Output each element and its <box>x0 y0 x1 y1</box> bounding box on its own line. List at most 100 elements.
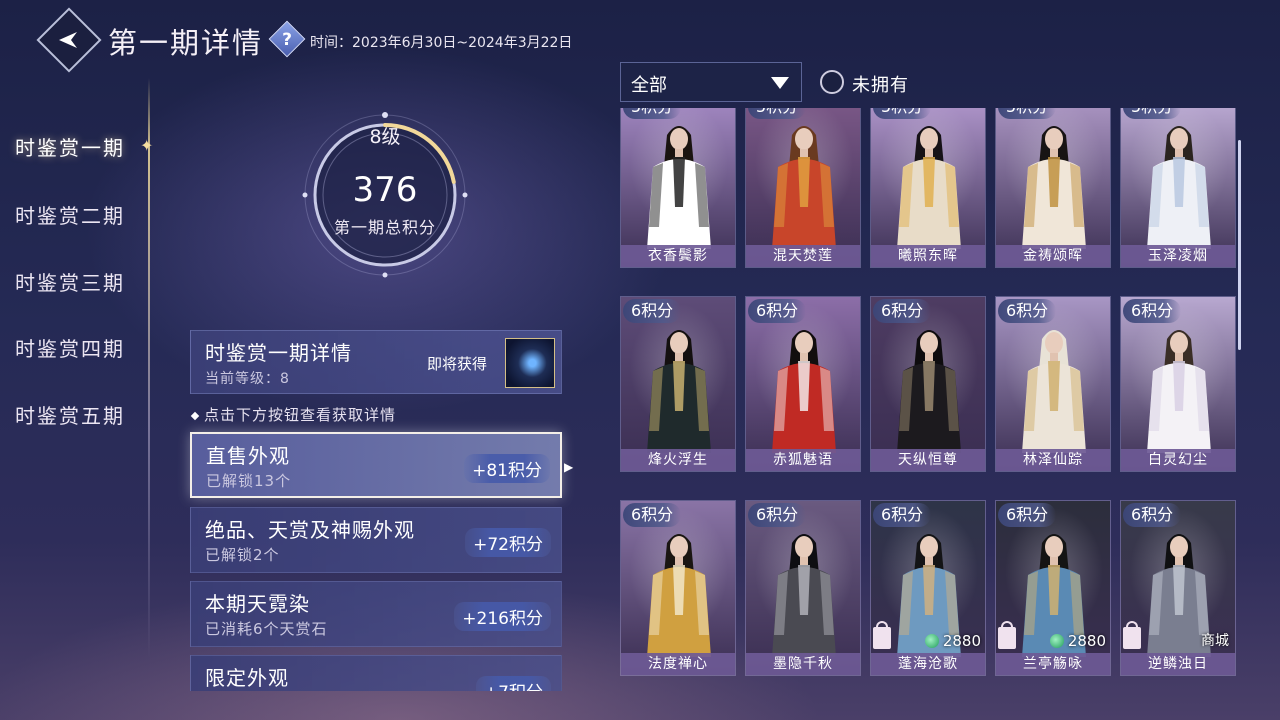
card-name: 衣香鬓影 <box>621 245 735 267</box>
selected-arrow-icon: ▶ <box>564 460 574 474</box>
character-figure-icon <box>647 330 711 453</box>
outfit-card[interactable]: 5积分衣香鬓影 <box>620 108 736 268</box>
card-name: 赤狐魅语 <box>746 449 860 471</box>
card-points-badge: 6积分 <box>623 503 682 527</box>
nav-item-period-3[interactable]: 时鉴赏三期 <box>15 267 125 296</box>
category-points: +7积分 <box>475 676 551 691</box>
total-score-label: 第一期总积分 <box>333 218 436 237</box>
category-premium[interactable]: 绝品、天赏及神赐外观 已解锁2个 +72积分 <box>190 507 562 573</box>
category-title: 本期天霓染 <box>205 592 310 616</box>
hint-text: 点击下方按钮查看获取详情 <box>190 404 396 425</box>
category-title: 绝品、天赏及神赐外观 <box>205 518 415 542</box>
outfit-card[interactable]: 6积分 2880 蓬海沧歌 <box>870 500 986 676</box>
character-figure-icon <box>772 126 836 249</box>
card-points-badge: 6积分 <box>1123 299 1182 323</box>
question-icon: ? <box>282 30 292 50</box>
character-figure-icon <box>772 534 836 657</box>
card-shop-label: 商城 <box>1201 633 1229 649</box>
card-name: 法度禅心 <box>621 653 735 675</box>
category-subtitle: 已解锁2个 <box>205 546 280 564</box>
bullet-icon <box>190 411 200 420</box>
card-price: 2880 <box>924 632 981 650</box>
lock-icon <box>1123 621 1141 649</box>
outfit-card[interactable]: 6积分商城逆鳞浊日 <box>1120 500 1236 676</box>
category-title: 直售外观 <box>206 444 290 468</box>
outfit-card[interactable]: 5积分曦照东晖 <box>870 108 986 268</box>
outfit-card[interactable]: 6积分 天纵恒尊 <box>870 296 986 472</box>
filter-dropdown[interactable]: 全部 <box>620 62 802 102</box>
jade-coin-icon <box>1049 634 1064 648</box>
outfit-card[interactable]: 5积分混天焚莲 <box>745 108 861 268</box>
active-indicator-icon: ✦ <box>140 136 154 155</box>
card-points-badge: 5积分 <box>998 108 1057 119</box>
outfit-card[interactable]: 6积分墨隐千秋 <box>745 500 861 676</box>
card-name: 天纵恒尊 <box>871 449 985 471</box>
card-points-badge: 5积分 <box>1123 108 1182 119</box>
nav-item-period-5[interactable]: 时鉴赏五期 <box>15 400 125 429</box>
details-title: 时鉴赏一期详情 <box>205 341 352 365</box>
card-points-badge: 5积分 <box>623 108 682 119</box>
card-name: 白灵幻尘 <box>1121 449 1235 471</box>
card-name: 墨隐千秋 <box>746 653 860 675</box>
character-figure-icon <box>897 126 961 249</box>
card-name: 曦照东晖 <box>871 245 985 267</box>
category-points: +81积分 <box>464 454 550 483</box>
level-ring: 8级 376 第一期总积分 <box>300 110 470 280</box>
outfit-card[interactable]: 5积分金祷颂晖 <box>995 108 1111 268</box>
current-level: 当前等级：8 <box>205 371 290 387</box>
character-figure-icon <box>1147 330 1211 453</box>
back-arrow-icon <box>59 32 77 48</box>
filter-value: 全部 <box>631 75 667 96</box>
category-limited[interactable]: 限定外观 +7积分 <box>190 655 562 691</box>
level-label: 8级 <box>369 126 401 148</box>
unowned-label: 未拥有 <box>852 75 909 96</box>
upcoming-reward-thumbnail[interactable] <box>505 338 555 388</box>
outfit-card[interactable]: 6积分白灵幻尘 <box>1120 296 1236 472</box>
card-points-badge: 6积分 <box>998 299 1057 323</box>
category-points: +72积分 <box>465 528 551 557</box>
back-button[interactable] <box>36 7 102 73</box>
total-score: 376 <box>352 170 418 210</box>
upcoming-reward-label: 即将获得 <box>427 355 488 373</box>
nav-item-period-4[interactable]: 时鉴赏四期 <box>15 333 125 362</box>
category-subtitle: 已消耗6个天赏石 <box>205 620 328 638</box>
lock-icon <box>998 621 1016 649</box>
card-price: 2880 <box>1049 632 1106 650</box>
card-name: 烽火浮生 <box>621 449 735 471</box>
outfit-card[interactable]: 6积分法度禅心 <box>620 500 736 676</box>
jade-coin-icon <box>924 634 939 648</box>
card-points-badge: 5积分 <box>873 108 932 119</box>
category-direct-sale[interactable]: 直售外观 已解锁13个 +81积分 <box>190 432 562 498</box>
category-dye[interactable]: 本期天霓染 已消耗6个天赏石 +216积分 <box>190 581 562 647</box>
page-title: 第一期详情 <box>108 26 264 60</box>
grid-scrollbar[interactable] <box>1238 140 1241 350</box>
outfit-card[interactable]: 6积分 赤狐魅语 <box>745 296 861 472</box>
outfit-grid: 5积分衣香鬓影5积分混天焚莲5积分曦照东晖5积分金祷颂晖5积分玉泽凌烟6积分烽火… <box>618 108 1238 690</box>
card-name: 金祷颂晖 <box>996 245 1110 267</box>
help-button[interactable]: ? <box>268 20 306 58</box>
outfit-card[interactable]: 6积分 2880 兰亭觞咏 <box>995 500 1111 676</box>
period-time: 时间：2023年6月30日~2024年3月22日 <box>310 35 573 51</box>
card-name: 蓬海沧歌 <box>871 653 985 675</box>
card-points-badge: 6积分 <box>1123 503 1182 527</box>
character-figure-icon <box>1022 330 1086 453</box>
dropdown-caret-icon <box>771 77 789 89</box>
outfit-card[interactable]: 5积分玉泽凌烟 <box>1120 108 1236 268</box>
character-figure-icon <box>647 534 711 657</box>
nav-item-period-2[interactable]: 时鉴赏二期 <box>15 200 125 229</box>
card-price-value: 2880 <box>942 632 981 650</box>
character-figure-icon <box>897 330 961 453</box>
unowned-toggle[interactable] <box>820 70 844 94</box>
card-name: 逆鳞浊日 <box>1121 653 1235 675</box>
card-points-badge: 6积分 <box>873 503 932 527</box>
outfit-card[interactable]: 6积分林泽仙踪 <box>995 296 1111 472</box>
card-points-badge: 6积分 <box>748 503 807 527</box>
outfit-card[interactable]: 6积分 烽火浮生 <box>620 296 736 472</box>
nav-item-period-1[interactable]: 时鉴赏一期 <box>15 132 125 161</box>
category-subtitle: 已解锁13个 <box>206 472 292 490</box>
card-price-value: 2880 <box>1067 632 1106 650</box>
card-name: 林泽仙踪 <box>996 449 1110 471</box>
character-figure-icon <box>1022 126 1086 249</box>
details-header: 时鉴赏一期详情 当前等级：8 即将获得 <box>190 330 562 394</box>
card-name: 兰亭觞咏 <box>996 653 1110 675</box>
